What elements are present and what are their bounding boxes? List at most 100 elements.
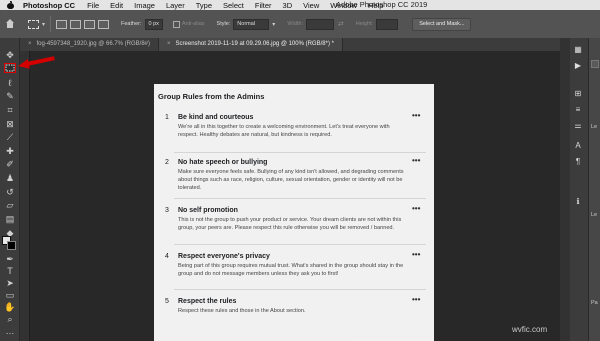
color-swatch[interactable]: [591, 60, 599, 68]
subtract-selection-icon[interactable]: [84, 19, 96, 29]
sliders-panel-icon[interactable]: ⚌: [570, 120, 586, 132]
quick-selection-tool-icon[interactable]: ✎: [4, 91, 16, 101]
rules-title: Group Rules from the Admins: [158, 92, 265, 101]
menu-image[interactable]: Image: [134, 1, 155, 10]
divider: [50, 16, 52, 32]
rule-title: Be kind and courteous: [178, 114, 254, 121]
rule-description: Respect these rules and those in the Abo…: [178, 308, 306, 314]
select-and-mask-button[interactable]: Select and Mask...: [412, 17, 472, 31]
menu-file[interactable]: File: [87, 1, 99, 10]
selection-mode-group: [56, 19, 110, 29]
menu-select[interactable]: Select: [223, 1, 244, 10]
menu-app-name[interactable]: Photoshop CC: [23, 1, 75, 10]
eraser-tool-icon[interactable]: ▱: [4, 200, 16, 210]
options-bar: ▾ Feather: 0 px Anti-alias Style: Normal…: [0, 10, 600, 38]
menu-layer[interactable]: Layer: [166, 1, 185, 10]
more-options-icon[interactable]: •••: [412, 250, 420, 259]
tab-document-1[interactable]: × fog-4597348_1920.jpg @ 66.7% (RGB/8#): [20, 38, 160, 51]
style-select[interactable]: Normal: [233, 18, 270, 30]
home-icon[interactable]: [4, 19, 16, 29]
tab-label: Screenshot 2019-11-19 at 09.29.06.jpg @ …: [175, 41, 334, 47]
menu-filter[interactable]: Filter: [255, 1, 272, 10]
panel-collapse-strip[interactable]: [560, 38, 570, 341]
rule-number: 2: [165, 159, 169, 166]
height-input[interactable]: [376, 18, 399, 30]
background-color-swatch[interactable]: [7, 241, 16, 250]
menu-3d[interactable]: 3D: [283, 1, 293, 10]
photoshop-window: Photoshop CC File Edit Image Layer Type …: [0, 0, 600, 341]
zoom-tool-icon[interactable]: ⌕: [4, 314, 16, 324]
rule-title: No hate speech or bullying: [178, 159, 268, 166]
swap-icon[interactable]: ⇄: [338, 20, 344, 28]
more-options-icon[interactable]: •••: [412, 111, 420, 120]
history-brush-tool-icon[interactable]: ↺: [4, 187, 16, 197]
rule-title: Respect the rules: [178, 298, 237, 305]
menu-edit[interactable]: Edit: [110, 1, 123, 10]
clone-stamp-tool-icon[interactable]: ♟: [4, 173, 16, 183]
intersect-selection-icon[interactable]: [98, 19, 110, 29]
divider: [174, 289, 426, 290]
rectangle-tool-icon[interactable]: ▭: [4, 290, 16, 300]
rectangular-marquee-tool-icon[interactable]: [4, 63, 16, 73]
edit-toolbar-icon[interactable]: …: [4, 326, 16, 336]
rule-description: Make sure everyone feels safe. Bullying …: [178, 169, 404, 191]
divider: [174, 244, 426, 245]
paragraph-panel-icon[interactable]: ¶: [570, 156, 586, 168]
document-canvas[interactable]: Group Rules from the Admins 1 Be kind an…: [154, 84, 434, 341]
rule-number: 4: [165, 253, 169, 260]
more-options-icon[interactable]: •••: [412, 295, 420, 304]
menu-bar: Photoshop CC File Edit Image Layer Type …: [0, 0, 600, 10]
chevron-down-icon[interactable]: ▾: [42, 21, 45, 28]
tools-panel: ✥ ℓ ✎ ⌗ ⊠ ⟋ ✚ ✐ ♟ ↺ ▱ ▤ ◆ ✒ T ➤ ▭ ✋ ⌕ …: [0, 38, 20, 341]
document-tabs: × fog-4597348_1920.jpg @ 66.7% (RGB/8#) …: [20, 38, 560, 51]
antialias-checkbox[interactable]: [172, 20, 180, 28]
width-input[interactable]: [305, 18, 334, 30]
rule-description: We're all in this together to create a w…: [178, 124, 390, 138]
more-options-icon[interactable]: •••: [412, 204, 420, 213]
feather-label: Feather:: [121, 21, 142, 27]
window-title: Adobe Photoshop CC 2019: [336, 0, 428, 9]
expanded-panel: Le Le Pa: [588, 38, 600, 341]
path-selection-tool-icon[interactable]: ➤: [4, 278, 16, 288]
properties-panel-icon[interactable]: ⊞: [570, 88, 586, 100]
healing-brush-tool-icon[interactable]: ✚: [4, 146, 16, 156]
move-tool-icon[interactable]: ✥: [4, 50, 16, 60]
pen-tool-icon[interactable]: ✒: [4, 254, 16, 264]
lasso-tool-icon[interactable]: ℓ: [4, 78, 16, 88]
rule-title: Respect everyone's privacy: [178, 253, 270, 260]
crop-tool-icon[interactable]: ⌗: [4, 105, 16, 115]
rectangular-marquee-preset-icon[interactable]: [28, 19, 39, 29]
rule-number: 3: [165, 207, 169, 214]
close-icon[interactable]: ×: [167, 38, 171, 51]
more-options-icon[interactable]: •••: [412, 156, 420, 165]
adjustments-panel-icon[interactable]: ≡: [570, 104, 586, 116]
character-panel-icon[interactable]: A: [570, 140, 586, 152]
history-panel-icon[interactable]: ▦: [570, 44, 586, 56]
divider: [174, 198, 426, 199]
frame-tool-icon[interactable]: ⊠: [4, 119, 16, 129]
divider: [174, 152, 426, 153]
menu-type[interactable]: Type: [196, 1, 212, 10]
apple-logo-icon[interactable]: [6, 1, 15, 9]
brush-tool-icon[interactable]: ✐: [4, 159, 16, 169]
menu-view[interactable]: View: [303, 1, 319, 10]
glyphs-panel-icon[interactable]: ℹ: [570, 196, 586, 208]
type-tool-icon[interactable]: T: [4, 266, 16, 276]
panel-label: Pa: [591, 300, 598, 306]
tab-label: fog-4597348_1920.jpg @ 66.7% (RGB/8#): [36, 41, 151, 47]
add-selection-icon[interactable]: [70, 19, 82, 29]
video-subtitle: toolbar for the rest of the video: [160, 333, 353, 341]
hand-tool-icon[interactable]: ✋: [4, 302, 16, 312]
vertical-ruler: [20, 51, 30, 341]
gradient-tool-icon[interactable]: ▤: [4, 214, 16, 224]
panel-label: Le: [591, 212, 598, 218]
close-icon[interactable]: ×: [28, 38, 32, 51]
new-selection-icon[interactable]: [56, 19, 68, 29]
rule-number: 5: [165, 298, 169, 305]
chevron-down-icon[interactable]: ▾: [272, 21, 275, 28]
tab-document-2[interactable]: × Screenshot 2019-11-19 at 09.29.06.jpg …: [159, 38, 343, 51]
eyedropper-tool-icon[interactable]: ⟋: [4, 132, 16, 142]
feather-input[interactable]: 0 px: [144, 18, 163, 30]
antialias-label: Anti-alias: [181, 21, 205, 27]
play-actions-icon[interactable]: ▶: [570, 60, 586, 72]
